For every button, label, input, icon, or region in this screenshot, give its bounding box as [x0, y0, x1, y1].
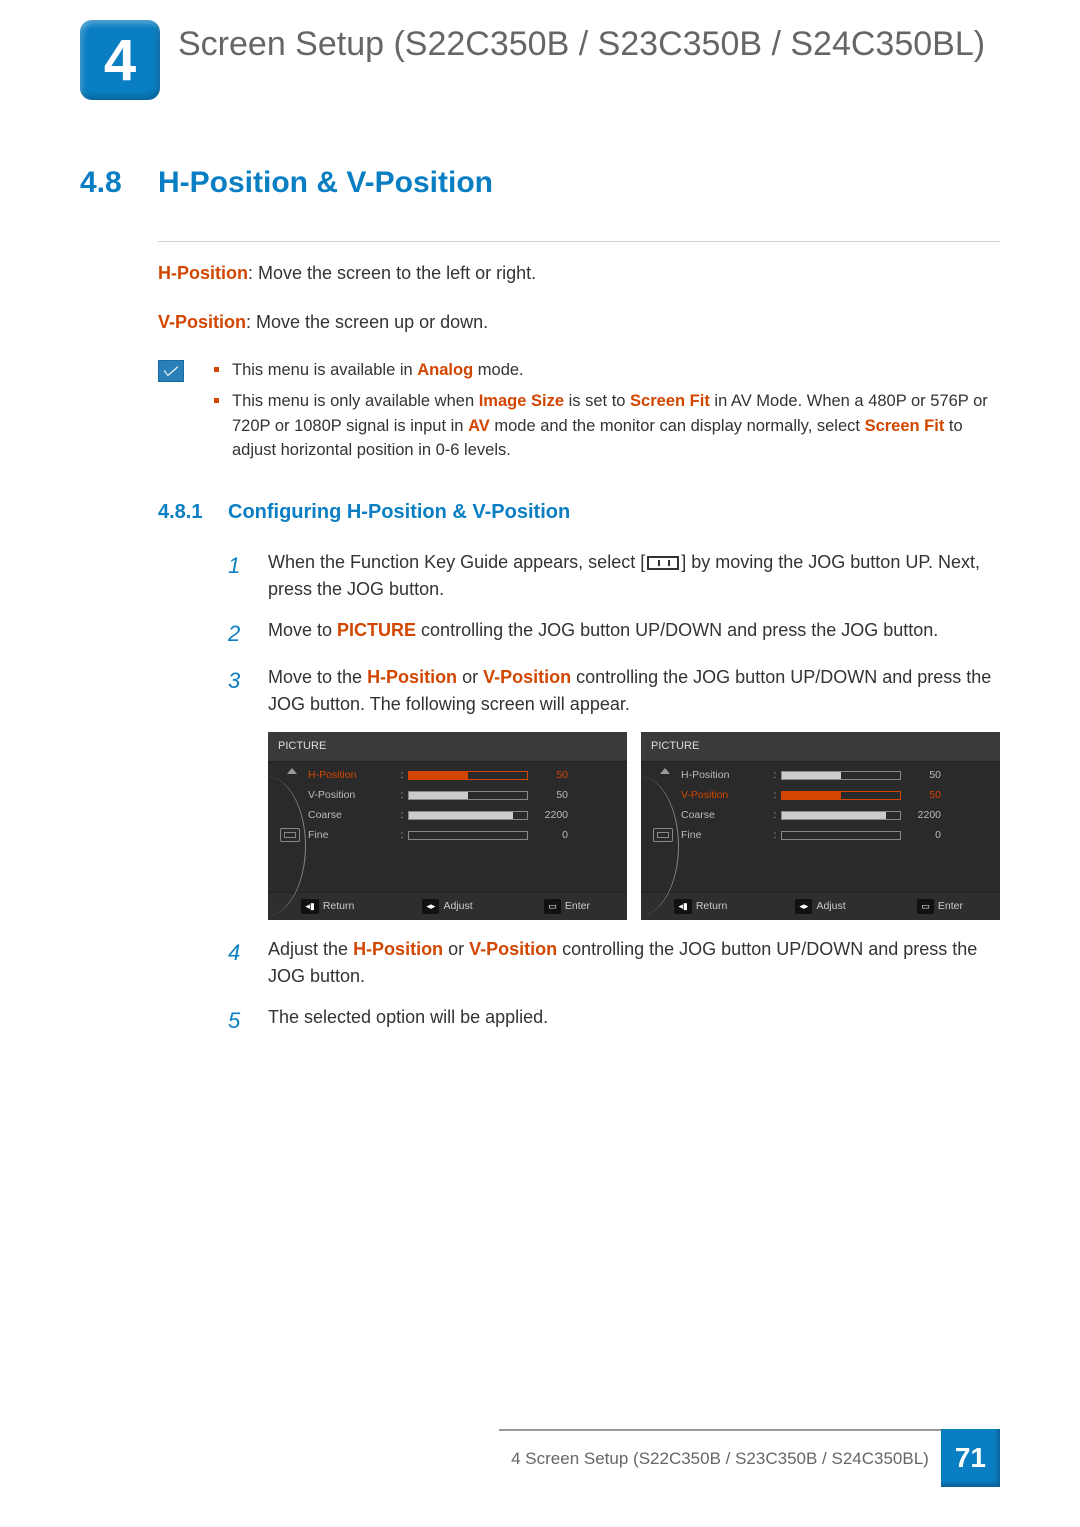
osd-item: V-Position:50 — [681, 786, 992, 806]
osd-item: Fine:0 — [308, 826, 619, 846]
step-2: 2 Move to PICTURE controlling the JOG bu… — [228, 617, 1000, 650]
osd-item: Coarse:2200 — [681, 806, 992, 826]
chapter-header: 4 Screen Setup (S22C350B / S23C350B / S2… — [80, 20, 1000, 100]
step-number: 1 — [228, 549, 268, 603]
picture-mode-icon — [280, 828, 300, 842]
step-number: 2 — [228, 617, 268, 650]
step-number: 4 — [228, 936, 268, 990]
step-4: 4 Adjust the H-Position or V-Position co… — [228, 936, 1000, 990]
step-number: 5 — [228, 1004, 268, 1037]
osd-adjust: ◂▸Adjust — [388, 893, 508, 921]
chapter-number-box: 4 — [80, 20, 160, 100]
osd-title: PICTURE — [641, 732, 1000, 762]
hposition-definition: H-Position: Move the screen to the left … — [158, 260, 1000, 287]
section-title: H-Position & V-Position — [158, 166, 493, 199]
osd-item: H-Position:50 — [308, 766, 619, 786]
osd-panel-vposition: PICTURE H-Position:50V-Position:50Coarse… — [641, 732, 1000, 920]
enter-icon: ▭ — [544, 899, 561, 915]
osd-enter: ▭Enter — [507, 893, 627, 921]
chapter-title: Screen Setup (S22C350B / S23C350B / S24C… — [178, 20, 985, 65]
note-item: This menu is only available when Image S… — [214, 389, 1000, 463]
osd-enter: ▭Enter — [880, 893, 1000, 921]
footer-text: 4 Screen Setup (S22C350B / S23C350B / S2… — [499, 1429, 941, 1487]
osd-title: PICTURE — [268, 732, 627, 762]
step-5: 5 The selected option will be applied. — [228, 1004, 1000, 1037]
return-icon: ◂▮ — [674, 899, 691, 915]
picture-mode-icon — [653, 828, 673, 842]
note-item: This menu is available in Analog mode. — [214, 358, 1000, 383]
osd-item: H-Position:50 — [681, 766, 992, 786]
up-arrow-icon — [287, 768, 297, 774]
step-3: 3 Move to the H-Position or V-Position c… — [228, 664, 1000, 718]
osd-item: Coarse:2200 — [308, 806, 619, 826]
page-footer: 4 Screen Setup (S22C350B / S23C350B / S2… — [499, 1429, 1000, 1487]
return-icon: ◂▮ — [301, 899, 318, 915]
arc-decoration — [226, 776, 306, 916]
section-heading: 4.8H-Position & V-Position — [80, 160, 1000, 205]
vposition-definition: V-Position: Move the screen up or down. — [158, 309, 1000, 336]
osd-adjust: ◂▸Adjust — [761, 893, 881, 921]
section-number: 4.8 — [80, 160, 158, 205]
enter-icon: ▭ — [917, 899, 934, 915]
subsection-heading: 4.8.1Configuring H-Position & V-Position — [158, 497, 1000, 527]
up-arrow-icon — [660, 768, 670, 774]
page-number: 71 — [941, 1429, 1000, 1487]
subsection-title: Configuring H-Position & V-Position — [228, 501, 570, 523]
menu-icon — [647, 556, 679, 570]
adjust-icon: ◂▸ — [422, 899, 439, 915]
step-number: 3 — [228, 664, 268, 718]
note-icon — [158, 360, 184, 382]
step-1: 1 When the Function Key Guide appears, s… — [228, 549, 1000, 603]
osd-item: Fine:0 — [681, 826, 992, 846]
osd-panel-hposition: PICTURE H-Position:50V-Position:50Coarse… — [268, 732, 627, 920]
adjust-icon: ◂▸ — [795, 899, 812, 915]
divider — [158, 241, 1000, 242]
osd-item: V-Position:50 — [308, 786, 619, 806]
osd-screenshots: PICTURE H-Position:50V-Position:50Coarse… — [268, 732, 1000, 920]
subsection-number: 4.8.1 — [158, 497, 228, 527]
note-block: This menu is available in Analog mode. T… — [158, 358, 1000, 469]
